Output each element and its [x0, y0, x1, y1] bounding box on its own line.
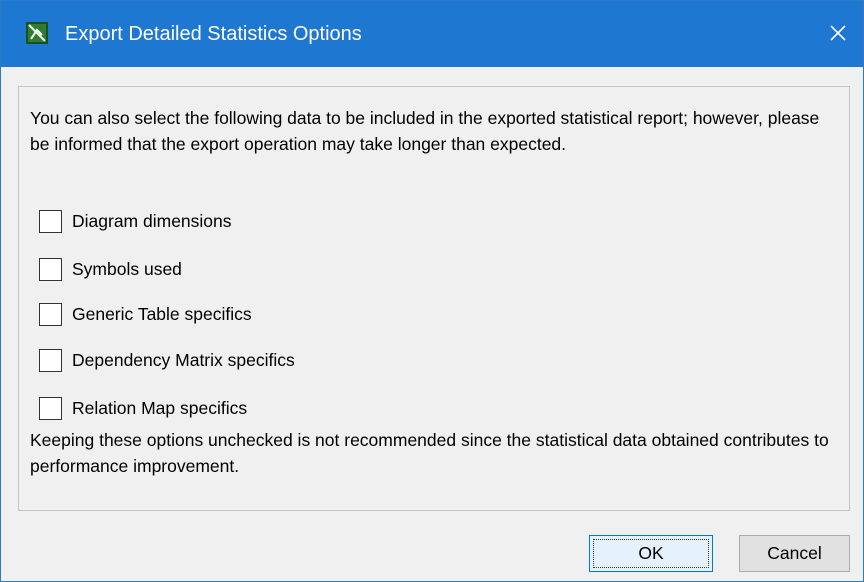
intro-text: You can also select the following data t… [30, 108, 820, 154]
checkbox-symbols-used[interactable] [39, 257, 62, 281]
option-relation-map-specifics[interactable]: Relation Map specifics [39, 394, 248, 422]
option-label: Diagram dimensions [72, 211, 232, 231]
option-label: Relation Map specifics [72, 398, 248, 418]
title-bar[interactable]: Export Detailed Statistics Options [1, 1, 863, 67]
cancel-button[interactable]: Cancel [739, 535, 850, 572]
option-dependency-matrix-specifics[interactable]: Dependency Matrix specifics [39, 346, 296, 374]
option-diagram-dimensions[interactable]: Diagram dimensions [39, 207, 233, 235]
note-text: Keeping these options unchecked is not r… [30, 430, 829, 476]
ok-button-label: OK [593, 539, 709, 568]
export-statistics-dialog: Export Detailed Statistics Options You c… [0, 0, 864, 582]
option-generic-table-specifics[interactable]: Generic Table specifics [39, 300, 253, 328]
checkbox-relation-map-specifics[interactable] [39, 396, 62, 420]
close-button[interactable] [811, 1, 863, 67]
option-symbols-used[interactable]: Symbols used [39, 255, 183, 283]
options-panel: You can also select the following data t… [18, 86, 850, 511]
checkbox-dependency-matrix-specifics[interactable] [39, 348, 62, 372]
option-label: Generic Table specifics [72, 304, 252, 324]
checkbox-generic-table-specifics[interactable] [39, 302, 62, 326]
dialog-title: Export Detailed Statistics Options [65, 23, 362, 45]
option-label: Dependency Matrix specifics [72, 350, 295, 370]
option-label: Symbols used [72, 259, 182, 279]
app-icon [26, 22, 48, 44]
checkbox-diagram-dimensions[interactable] [39, 209, 62, 233]
close-icon [830, 25, 846, 41]
ok-button[interactable]: OK [589, 535, 713, 572]
